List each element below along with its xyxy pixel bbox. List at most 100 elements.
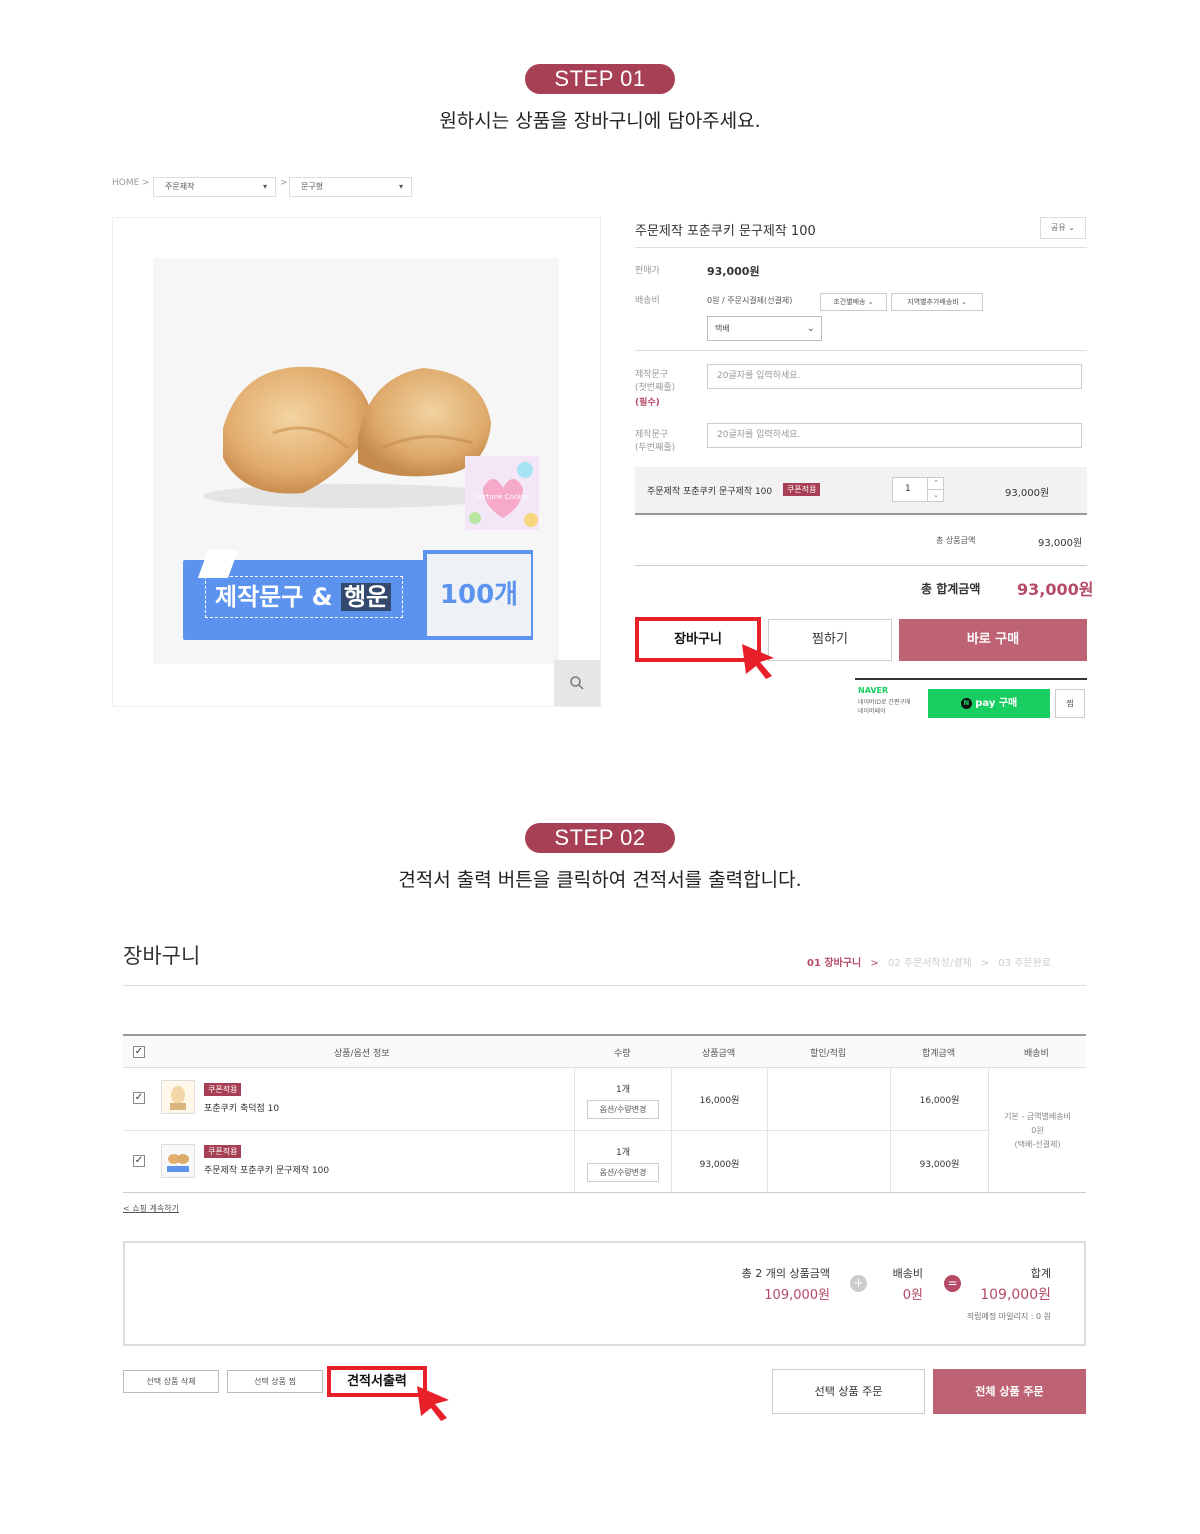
search-icon (570, 676, 584, 690)
cart-item-qty: 1개 (615, 1085, 630, 1095)
chevron-right-icon: > (870, 958, 879, 969)
print-estimate-button[interactable]: 견적서출력 (327, 1366, 427, 1397)
promo-banner: 100개 제작문구 & 행운 (183, 550, 533, 640)
regional-shipping-button[interactable]: 지역별추가배송비 ⌄ (891, 293, 983, 311)
product-thumbnail[interactable] (161, 1080, 195, 1114)
plus-icon: + (850, 1275, 867, 1292)
price-value: 93,000원 (707, 265, 760, 278)
share-button[interactable]: 공유 ⌄ (1040, 217, 1086, 239)
product-title: 주문제작 포춘쿠키 문구제작 100 (635, 224, 816, 239)
shipping-condition-button[interactable]: 조건별배송 ⌄ (820, 293, 887, 311)
divider (123, 1130, 988, 1131)
cart-item-price: 16,000원 (699, 1096, 740, 1106)
breadcrumb-separator: > (280, 178, 288, 188)
shipping-label: 배송비 (635, 296, 660, 306)
shipping-info-type: 기본 - 금액별배송비 (1004, 1112, 1071, 1121)
npay-icon: N (960, 697, 972, 709)
summary-shipping-label: 배송비 (892, 1267, 923, 1280)
coupon-badge: 쿠폰적용 (783, 483, 821, 496)
quantity-value: 1 (905, 484, 911, 494)
order-selected-button[interactable]: 선택 상품 주문 (772, 1369, 925, 1414)
header-product: 상품/옵션 정보 (334, 1049, 390, 1059)
breadcrumb-home[interactable]: HOME > (112, 178, 150, 188)
order-all-button[interactable]: 전체 상품 주문 (933, 1369, 1086, 1414)
continue-shopping-link[interactable]: < 쇼핑 계속하기 (123, 1203, 179, 1214)
chevron-right-icon: > (980, 958, 990, 969)
cart-item-total: 93,000원 (919, 1160, 960, 1170)
naver-subtext: 네이버ID로 간편구매 네이버페이 (858, 699, 911, 715)
cart-item-total: 16,000원 (919, 1096, 960, 1106)
shipping-info: 기본 - 금액별배송비 0원 (택배-선결제) (989, 1110, 1086, 1152)
order-steps: 01 장바구니 > 02 주문서작성/결제 > 03 주문완료 (807, 954, 1051, 969)
step-01-pill: STEP 01 (525, 64, 675, 94)
message2-input[interactable]: 20글자를 입력하세요. (707, 423, 1082, 448)
message1-label: 제작문구 (첫번째줄) (635, 370, 676, 393)
summary-items-label: 총 2 개의 상품금액 (741, 1267, 830, 1280)
buy-now-button[interactable]: 바로 구매 (899, 619, 1087, 661)
step-02-description: 견적서 출력 버튼을 클릭하여 견적서를 출력합니다. (398, 869, 802, 891)
cart-item-qty: 1개 (615, 1148, 630, 1158)
header-qty: 수량 (614, 1049, 631, 1059)
cart-item-price: 93,000원 (699, 1160, 740, 1170)
step-02-pill: STEP 02 (525, 823, 675, 853)
subtotal-label: 총 상품금액 (936, 536, 976, 545)
divider (123, 1192, 1086, 1193)
wishlist-button[interactable]: 찜하기 (768, 619, 892, 661)
naver-pay-button[interactable]: N pay 구매 (928, 689, 1050, 718)
equals-icon: = (944, 1275, 961, 1292)
header-price: 상품금액 (702, 1049, 736, 1059)
naver-wish-button[interactable]: 찜 (1055, 689, 1085, 718)
product-thumbnail[interactable] (161, 1144, 195, 1178)
zoom-button[interactable] (554, 660, 600, 706)
step-cart: 01 장바구니 (807, 958, 862, 969)
cart-item-name[interactable]: 주문제작 포춘쿠키 문구제작 100 (204, 1163, 329, 1176)
breadcrumb-category-select[interactable]: 주문제작 (153, 177, 276, 197)
step-01-description: 원하시는 상품을 장바구니에 담아주세요. (439, 110, 761, 132)
delete-selected-button[interactable]: 선택 상품 삭제 (123, 1370, 219, 1393)
breadcrumb-subcategory-select[interactable]: 문구형 (289, 177, 412, 197)
banner-count: 100개 (439, 580, 519, 610)
naver-logo: NAVER (858, 686, 889, 695)
row-checkbox[interactable]: ✓ (133, 1092, 145, 1104)
banner-text-label: 제작문구 & 행운 (215, 583, 392, 611)
message1-input[interactable]: 20글자를 입력하세요. (707, 364, 1082, 389)
total-value: 93,000원 (1017, 580, 1094, 599)
row-checkbox[interactable]: ✓ (133, 1155, 145, 1167)
quantity-up-icon[interactable]: ⌃ (927, 478, 944, 490)
divider (635, 247, 1087, 248)
message2-label: 제작문구 (두번째줄) (635, 430, 676, 453)
select-all-checkbox[interactable]: ✓ (133, 1046, 145, 1058)
pointer-cursor-icon (742, 644, 774, 679)
summary-total-value: 109,000원 (980, 1287, 1051, 1303)
wish-selected-button[interactable]: 선택 상품 찜 (227, 1370, 323, 1393)
header-total: 합계금액 (922, 1049, 956, 1059)
banner-text: 제작문구 & 행운 (215, 578, 392, 616)
shipping-info-method: (택배-선결제) (1014, 1140, 1061, 1149)
subtotal-value: 93,000원 (1038, 538, 1083, 549)
coupon-badge: 쿠폰적용 (204, 1145, 242, 1158)
price-label: 판매가 (635, 266, 660, 276)
step-complete: 03 주문완료 (998, 958, 1052, 969)
card-text: Fortune Cookie (476, 493, 529, 501)
pointer-cursor-icon (417, 1386, 449, 1421)
change-option-button[interactable]: 옵션/수량변경 (587, 1100, 659, 1119)
selected-option-row: 주문제작 포춘쿠키 문구제작 100 쿠폰적용 1 ⌃ ⌄ 93,000원 (635, 467, 1087, 515)
order-summary-box (123, 1241, 1086, 1346)
step-checkout: 02 주문서작성/결제 (887, 958, 972, 969)
shipping-value: 0원 / 주문시결제(선결제) (707, 296, 793, 305)
cart-item-name[interactable]: 포춘쿠키 축덕점 10 (204, 1101, 279, 1114)
quantity-down-icon[interactable]: ⌄ (927, 490, 944, 502)
divider (635, 350, 1087, 351)
coupon-badge: 쿠폰적용 (204, 1083, 242, 1096)
summary-total-label: 합계 (1030, 1267, 1051, 1280)
message1-required: (필수) (635, 398, 660, 408)
option-price: 93,000원 (1005, 488, 1050, 499)
header-discount: 할인/적립 (810, 1049, 847, 1059)
change-option-button[interactable]: 옵션/수량변경 (587, 1163, 659, 1182)
header-shipping: 배송비 (1024, 1049, 1049, 1059)
cart-title: 장바구니 (123, 944, 201, 968)
chevron-down-icon: ⌄ (806, 323, 815, 334)
summary-shipping-value: 0원 (902, 1288, 923, 1303)
shipping-method-select[interactable]: 택배 ⌄ (707, 316, 822, 341)
quantity-stepper[interactable]: 1 ⌃ ⌄ (892, 477, 944, 502)
